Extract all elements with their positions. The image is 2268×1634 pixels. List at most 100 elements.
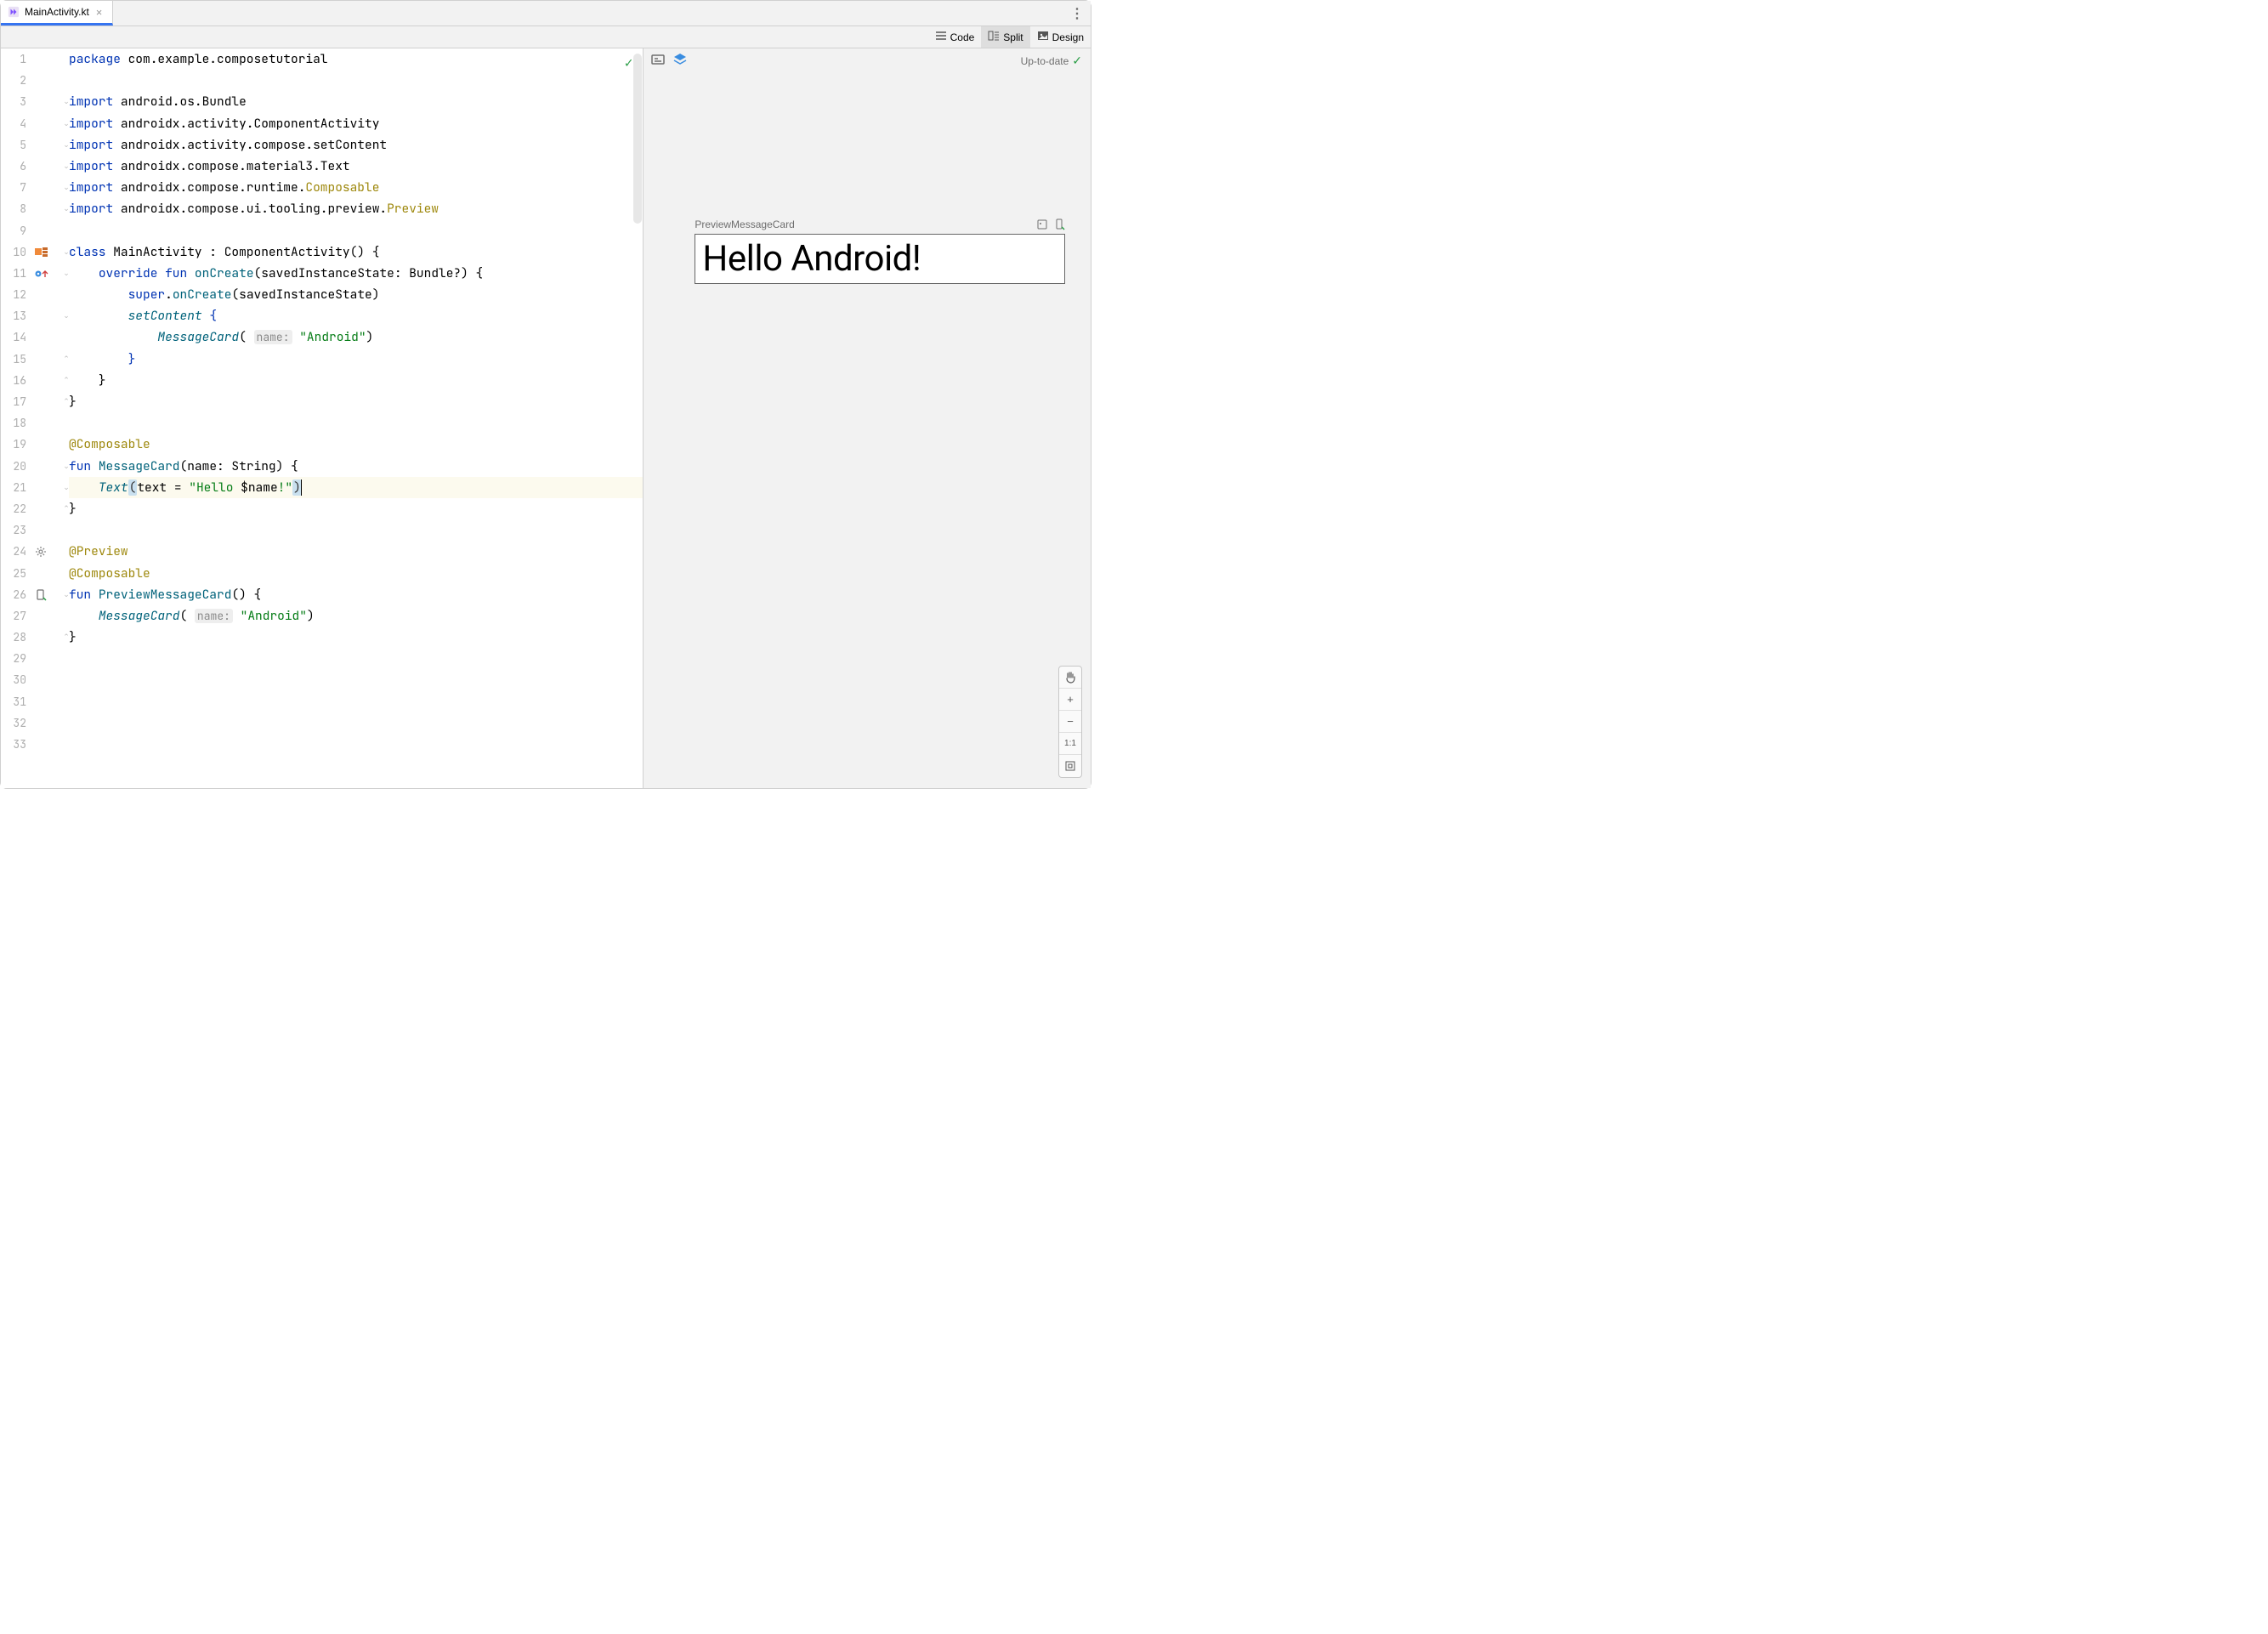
zoom-reset-button[interactable]: 1:1 (1059, 733, 1081, 755)
preview-deploy-icon[interactable] (1053, 218, 1065, 230)
line-number: 19 (1, 434, 26, 455)
code-line[interactable]: MessageCard( name: "Android") (69, 605, 643, 627)
code-line[interactable]: super.onCreate(savedInstanceState) (69, 284, 643, 305)
line-number: 31 (1, 691, 26, 712)
view-mode-code[interactable]: Code (928, 26, 982, 48)
code-line[interactable]: @Composable (69, 434, 643, 455)
code-line[interactable]: } (69, 349, 643, 370)
zoom-in-button[interactable]: + (1059, 689, 1081, 711)
code-line[interactable] (69, 648, 643, 669)
line-number: 5 (1, 134, 26, 156)
gutter-preview-device-icon[interactable] (35, 584, 59, 605)
preview-composable-header: PreviewMessageCard (695, 218, 1065, 230)
line-number: 11 (1, 263, 26, 284)
preview-status-text: Up-to-date (1021, 55, 1069, 67)
code-line[interactable]: Text(text = "Hello $name!") (69, 477, 643, 498)
gutter-override-up-icon[interactable] (35, 263, 59, 284)
preview-composable-name: PreviewMessageCard (695, 218, 794, 230)
preview-animation-icon[interactable] (1036, 218, 1048, 230)
list-lines-icon (935, 30, 947, 44)
code-line[interactable]: MessageCard( name: "Android") (69, 326, 643, 348)
code-line[interactable]: import androidx.compose.ui.tooling.previ… (69, 198, 643, 219)
code-line[interactable]: package com.example.composetutorial (69, 48, 643, 70)
editor-tab-bar: MainActivity.kt × ⋮ (1, 1, 1091, 26)
line-number: 10 (1, 241, 26, 263)
code-line[interactable] (69, 734, 643, 755)
code-line[interactable]: setContent { (69, 305, 643, 326)
code-line[interactable] (69, 220, 643, 241)
code-line[interactable]: } (69, 391, 643, 412)
code-line[interactable]: } (69, 627, 643, 648)
view-mode-design-label: Design (1052, 31, 1084, 43)
line-number: 7 (1, 177, 26, 198)
view-mode-split[interactable]: Split (981, 26, 1029, 48)
compose-preview-pane: Up-to-date ✓ PreviewMessageCard Hello An… (644, 48, 1091, 788)
line-number: 6 (1, 156, 26, 177)
line-number: 8 (1, 198, 26, 219)
preview-zoom-controls: + − 1:1 (1058, 666, 1082, 778)
zoom-pan-button[interactable] (1059, 667, 1081, 689)
code-line[interactable]: import androidx.compose.material3.Text (69, 156, 643, 177)
view-mode-code-label: Code (950, 31, 975, 43)
line-number: 12 (1, 284, 26, 305)
close-tab-icon[interactable]: × (94, 7, 105, 18)
line-number-gutter: 1234567891011121314151617181920212223242… (1, 48, 33, 788)
code-line[interactable] (69, 70, 643, 91)
code-line[interactable]: fun PreviewMessageCard() { (69, 584, 643, 605)
editor-scrollbar-thumb[interactable] (633, 54, 642, 224)
code-line[interactable]: import androidx.activity.ComponentActivi… (69, 113, 643, 134)
preview-layers-icon[interactable] (672, 52, 688, 67)
code-line[interactable] (69, 412, 643, 434)
code-line[interactable] (69, 691, 643, 712)
code-line[interactable]: @Preview (69, 541, 643, 562)
zoom-out-button[interactable]: − (1059, 711, 1081, 733)
line-number: 21 (1, 477, 26, 498)
code-line[interactable]: import androidx.compose.runtime.Composab… (69, 177, 643, 198)
gutter-gear-icon[interactable] (35, 542, 59, 563)
line-number: 13 (1, 305, 26, 326)
line-number: 17 (1, 391, 26, 412)
code-editor-pane: 1234567891011121314151617181920212223242… (1, 48, 644, 788)
view-mode-design[interactable]: Design (1030, 26, 1091, 48)
code-line[interactable]: fun MessageCard(name: String) { (69, 456, 643, 477)
preview-toolbar (650, 52, 688, 67)
code-line[interactable]: override fun onCreate(savedInstanceState… (69, 263, 643, 284)
preview-rendered-card[interactable]: Hello Android! (695, 234, 1065, 284)
line-number: 1 (1, 48, 26, 70)
line-number: 29 (1, 648, 26, 669)
line-number: 30 (1, 669, 26, 690)
line-number: 3 (1, 91, 26, 112)
gutter-class-run-icon[interactable] (35, 241, 59, 263)
line-number: 33 (1, 734, 26, 755)
line-number: 20 (1, 456, 26, 477)
preview-rendered-text: Hello Android! (702, 238, 921, 280)
kotlin-file-icon (8, 6, 20, 18)
line-number: 28 (1, 627, 26, 648)
line-number: 32 (1, 712, 26, 734)
code-line[interactable]: } (69, 498, 643, 519)
file-tab-main-activity[interactable]: MainActivity.kt × (1, 1, 113, 26)
inspection-ok-icon[interactable]: ✓ (625, 54, 633, 71)
line-number: 25 (1, 563, 26, 584)
line-number: 2 (1, 70, 26, 91)
line-number: 18 (1, 412, 26, 434)
editor-more-menu-icon[interactable]: ⋮ (1063, 1, 1091, 26)
code-line[interactable] (69, 712, 643, 734)
line-number: 14 (1, 326, 26, 348)
preview-surface-icon[interactable] (650, 52, 666, 67)
code-line[interactable] (69, 669, 643, 690)
code-editor[interactable]: ✓ package com.example.composetutorial im… (62, 48, 643, 788)
zoom-fit-button[interactable] (1059, 755, 1081, 777)
line-number: 23 (1, 519, 26, 541)
code-line[interactable]: import androidx.activity.compose.setCont… (69, 134, 643, 156)
code-line[interactable]: @Composable (69, 563, 643, 584)
main-split-view: 1234567891011121314151617181920212223242… (1, 48, 1091, 788)
code-line[interactable]: import android.os.Bundle (69, 91, 643, 112)
preview-status: Up-to-date ✓ (1021, 54, 1082, 68)
code-line[interactable]: } (69, 370, 643, 391)
line-number: 4 (1, 113, 26, 134)
code-line[interactable] (69, 519, 643, 541)
line-number: 15 (1, 349, 26, 370)
preview-content-area: PreviewMessageCard Hello Android! (695, 218, 1065, 284)
code-line[interactable]: class MainActivity : ComponentActivity()… (69, 241, 643, 263)
